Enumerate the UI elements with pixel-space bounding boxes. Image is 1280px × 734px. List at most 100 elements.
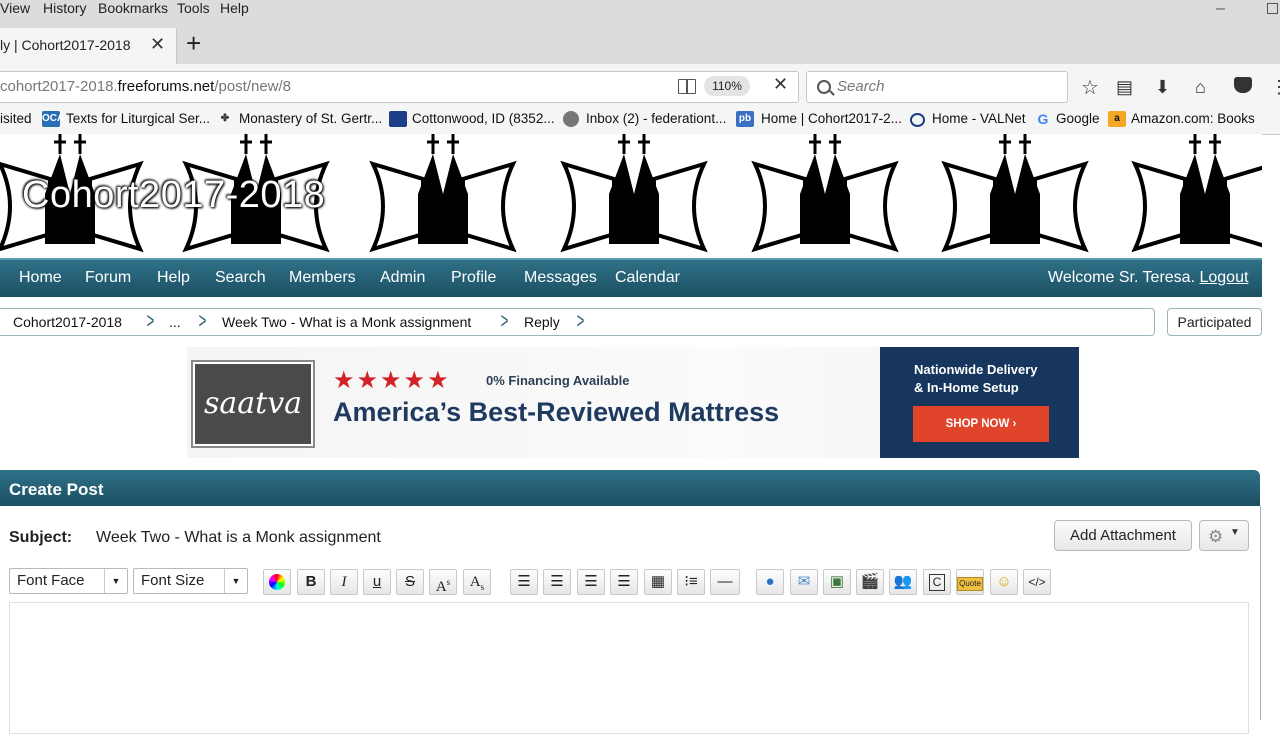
align-right-button[interactable]: ☰ xyxy=(577,569,605,595)
insert-image-button[interactable]: ▣ xyxy=(823,569,851,595)
nav-profile[interactable]: Profile xyxy=(451,269,496,287)
breadcrumb-ellipsis[interactable]: ... xyxy=(169,314,181,330)
search-placeholder: Search xyxy=(837,78,885,95)
justify-button[interactable]: ☰ xyxy=(610,569,638,595)
nav-admin[interactable]: Admin xyxy=(380,269,425,287)
mention-user-button[interactable]: 👥 xyxy=(889,569,917,595)
stop-loading-icon[interactable]: ✕ xyxy=(773,74,788,95)
chevron-down-icon: ▼ xyxy=(1230,527,1240,538)
add-attachment-button[interactable]: Add Attachment xyxy=(1054,520,1192,551)
nav-forum[interactable]: Forum xyxy=(85,269,131,287)
bookmark-most-visited[interactable]: isited xyxy=(0,111,32,126)
welcome-text: Welcome Sr. Teresa. Logout xyxy=(1048,269,1249,286)
table-button[interactable]: ▦ xyxy=(644,569,672,595)
nav-members[interactable]: Members xyxy=(289,269,356,287)
bookmark-cohort-home[interactable]: Home | Cohort2017-2... xyxy=(761,111,902,126)
url-bar[interactable]: cohort2017-2018.freeforums.net/post/new/… xyxy=(0,71,799,103)
search-input[interactable]: Search xyxy=(806,71,1068,103)
source-code-icon: </> xyxy=(1028,575,1046,589)
bullet-list-icon: ⁝≡ xyxy=(684,573,698,590)
forum-nav: Home Forum Help Search Members Admin Pro… xyxy=(0,258,1262,297)
bookmark-amazon[interactable]: Amazon.com: Books xyxy=(1131,111,1255,126)
bookmark-google[interactable]: Google xyxy=(1056,111,1100,126)
menu-bookmarks[interactable]: Bookmarks xyxy=(98,0,168,16)
breadcrumb-thread[interactable]: Week Two - What is a Monk assignment xyxy=(222,314,471,330)
chevron-right-icon: > xyxy=(198,308,207,333)
ad-headline: America’s Best-Reviewed Mattress xyxy=(333,397,780,427)
advertisement-banner[interactable]: saatva ★★★★★ 0% Financing Available Amer… xyxy=(187,347,1079,458)
menu-tools[interactable]: Tools xyxy=(177,0,210,16)
chevron-down-icon: ▼ xyxy=(224,569,247,593)
create-post-title: Create Post xyxy=(9,480,104,499)
emoji-button[interactable]: ☺ xyxy=(990,569,1018,595)
browser-tab[interactable]: ly | Cohort2017-2018 ✕ xyxy=(0,28,177,64)
nav-home[interactable]: Home xyxy=(19,269,62,287)
source-view-button[interactable]: </> xyxy=(1023,569,1051,595)
bold-button[interactable]: B xyxy=(297,569,325,595)
zoom-level-badge[interactable]: 110% xyxy=(704,76,750,96)
pocket-icon[interactable] xyxy=(1234,77,1252,93)
ad-cta-panel: Nationwide Delivery & In-Home Setup SHOP … xyxy=(880,347,1079,458)
new-tab-icon[interactable]: + xyxy=(186,30,201,56)
oca-favicon-icon: OCA xyxy=(42,111,64,127)
bookmark-liturgical-texts[interactable]: Texts for Liturgical Ser... xyxy=(66,111,210,126)
align-center-icon: ☰ xyxy=(550,573,564,590)
post-body-editor[interactable] xyxy=(9,602,1249,734)
close-tab-icon[interactable]: ✕ xyxy=(150,34,165,55)
chevron-right-icon: > xyxy=(500,308,509,333)
strikethrough-button[interactable]: S xyxy=(396,569,424,595)
bookmark-star-icon[interactable]: ☆ xyxy=(1081,75,1099,100)
nav-search[interactable]: Search xyxy=(215,269,266,287)
overflow-icon[interactable]: ⋮ xyxy=(1270,77,1280,98)
bookmark-monastery[interactable]: Monastery of St. Gertr... xyxy=(239,111,382,126)
home-icon[interactable]: ⌂ xyxy=(1195,77,1206,98)
bookmark-inbox[interactable]: Inbox (2) - federationt... xyxy=(586,111,726,126)
text-color-button[interactable] xyxy=(263,569,291,595)
church-decoration-icon xyxy=(941,134,1089,253)
code-block-button[interactable]: C xyxy=(923,569,951,595)
participated-button[interactable]: Participated xyxy=(1167,308,1262,336)
menu-history[interactable]: History xyxy=(43,0,87,16)
download-icon[interactable]: ⬇ xyxy=(1155,77,1170,98)
breadcrumb-home[interactable]: Cohort2017-2018 xyxy=(13,314,122,330)
nav-messages[interactable]: Messages xyxy=(524,269,597,287)
align-left-button[interactable]: ☰ xyxy=(510,569,538,595)
subscript-button[interactable]: As xyxy=(463,569,491,595)
menu-help[interactable]: Help xyxy=(220,0,249,16)
font-size-select[interactable]: Font Size ▼ xyxy=(133,568,248,594)
nav-calendar[interactable]: Calendar xyxy=(615,269,680,287)
tab-strip: ly | Cohort2017-2018 ✕ + xyxy=(0,22,1280,64)
bullet-list-button[interactable]: ⁝≡ xyxy=(677,569,705,595)
nav-help[interactable]: Help xyxy=(157,269,190,287)
quote-button[interactable]: Quote xyxy=(956,569,984,595)
bookmark-cottonwood[interactable]: Cottonwood, ID (8352... xyxy=(412,111,555,126)
horizontal-rule-button[interactable]: — xyxy=(710,569,740,595)
restore-icon[interactable] xyxy=(1267,3,1278,14)
font-face-select[interactable]: Font Face ▼ xyxy=(9,568,128,594)
insert-link-button[interactable]: ● xyxy=(756,569,784,595)
superscript-button[interactable]: As xyxy=(429,569,457,595)
minimize-icon[interactable]: – xyxy=(1216,0,1225,18)
insert-email-button[interactable]: ✉ xyxy=(790,569,818,595)
amazon-favicon-icon: a xyxy=(1108,111,1126,127)
library-icon[interactable]: ▤ xyxy=(1116,77,1133,98)
bookmark-valnet[interactable]: Home - VALNet xyxy=(932,111,1026,126)
ad-logo: saatva xyxy=(191,360,315,448)
reader-view-icon[interactable] xyxy=(678,79,696,94)
subject-field[interactable]: Week Two - What is a Monk assignment xyxy=(96,529,381,547)
forum-favicon-icon: pb xyxy=(736,111,754,127)
insert-video-button[interactable]: 🎬 xyxy=(856,569,884,595)
browser-menubar: View History Bookmarks Tools Help – xyxy=(0,0,1280,22)
ad-shop-now-button[interactable]: SHOP NOW › xyxy=(913,406,1049,442)
url-text: cohort2017-2018.freeforums.net/post/new/… xyxy=(0,78,292,95)
settings-dropdown-button[interactable]: ⚙ ▼ xyxy=(1199,520,1249,551)
align-left-icon: ☰ xyxy=(517,573,531,590)
breadcrumb-reply[interactable]: Reply xyxy=(524,314,560,330)
italic-button[interactable]: I xyxy=(330,569,358,595)
church-decoration-icon xyxy=(1131,134,1262,253)
underline-button[interactable]: u xyxy=(363,569,391,595)
logout-link[interactable]: Logout xyxy=(1199,269,1248,286)
site-title[interactable]: Cohort2017-2018 xyxy=(22,174,325,217)
menu-view[interactable]: View xyxy=(0,0,30,16)
align-center-button[interactable]: ☰ xyxy=(543,569,571,595)
